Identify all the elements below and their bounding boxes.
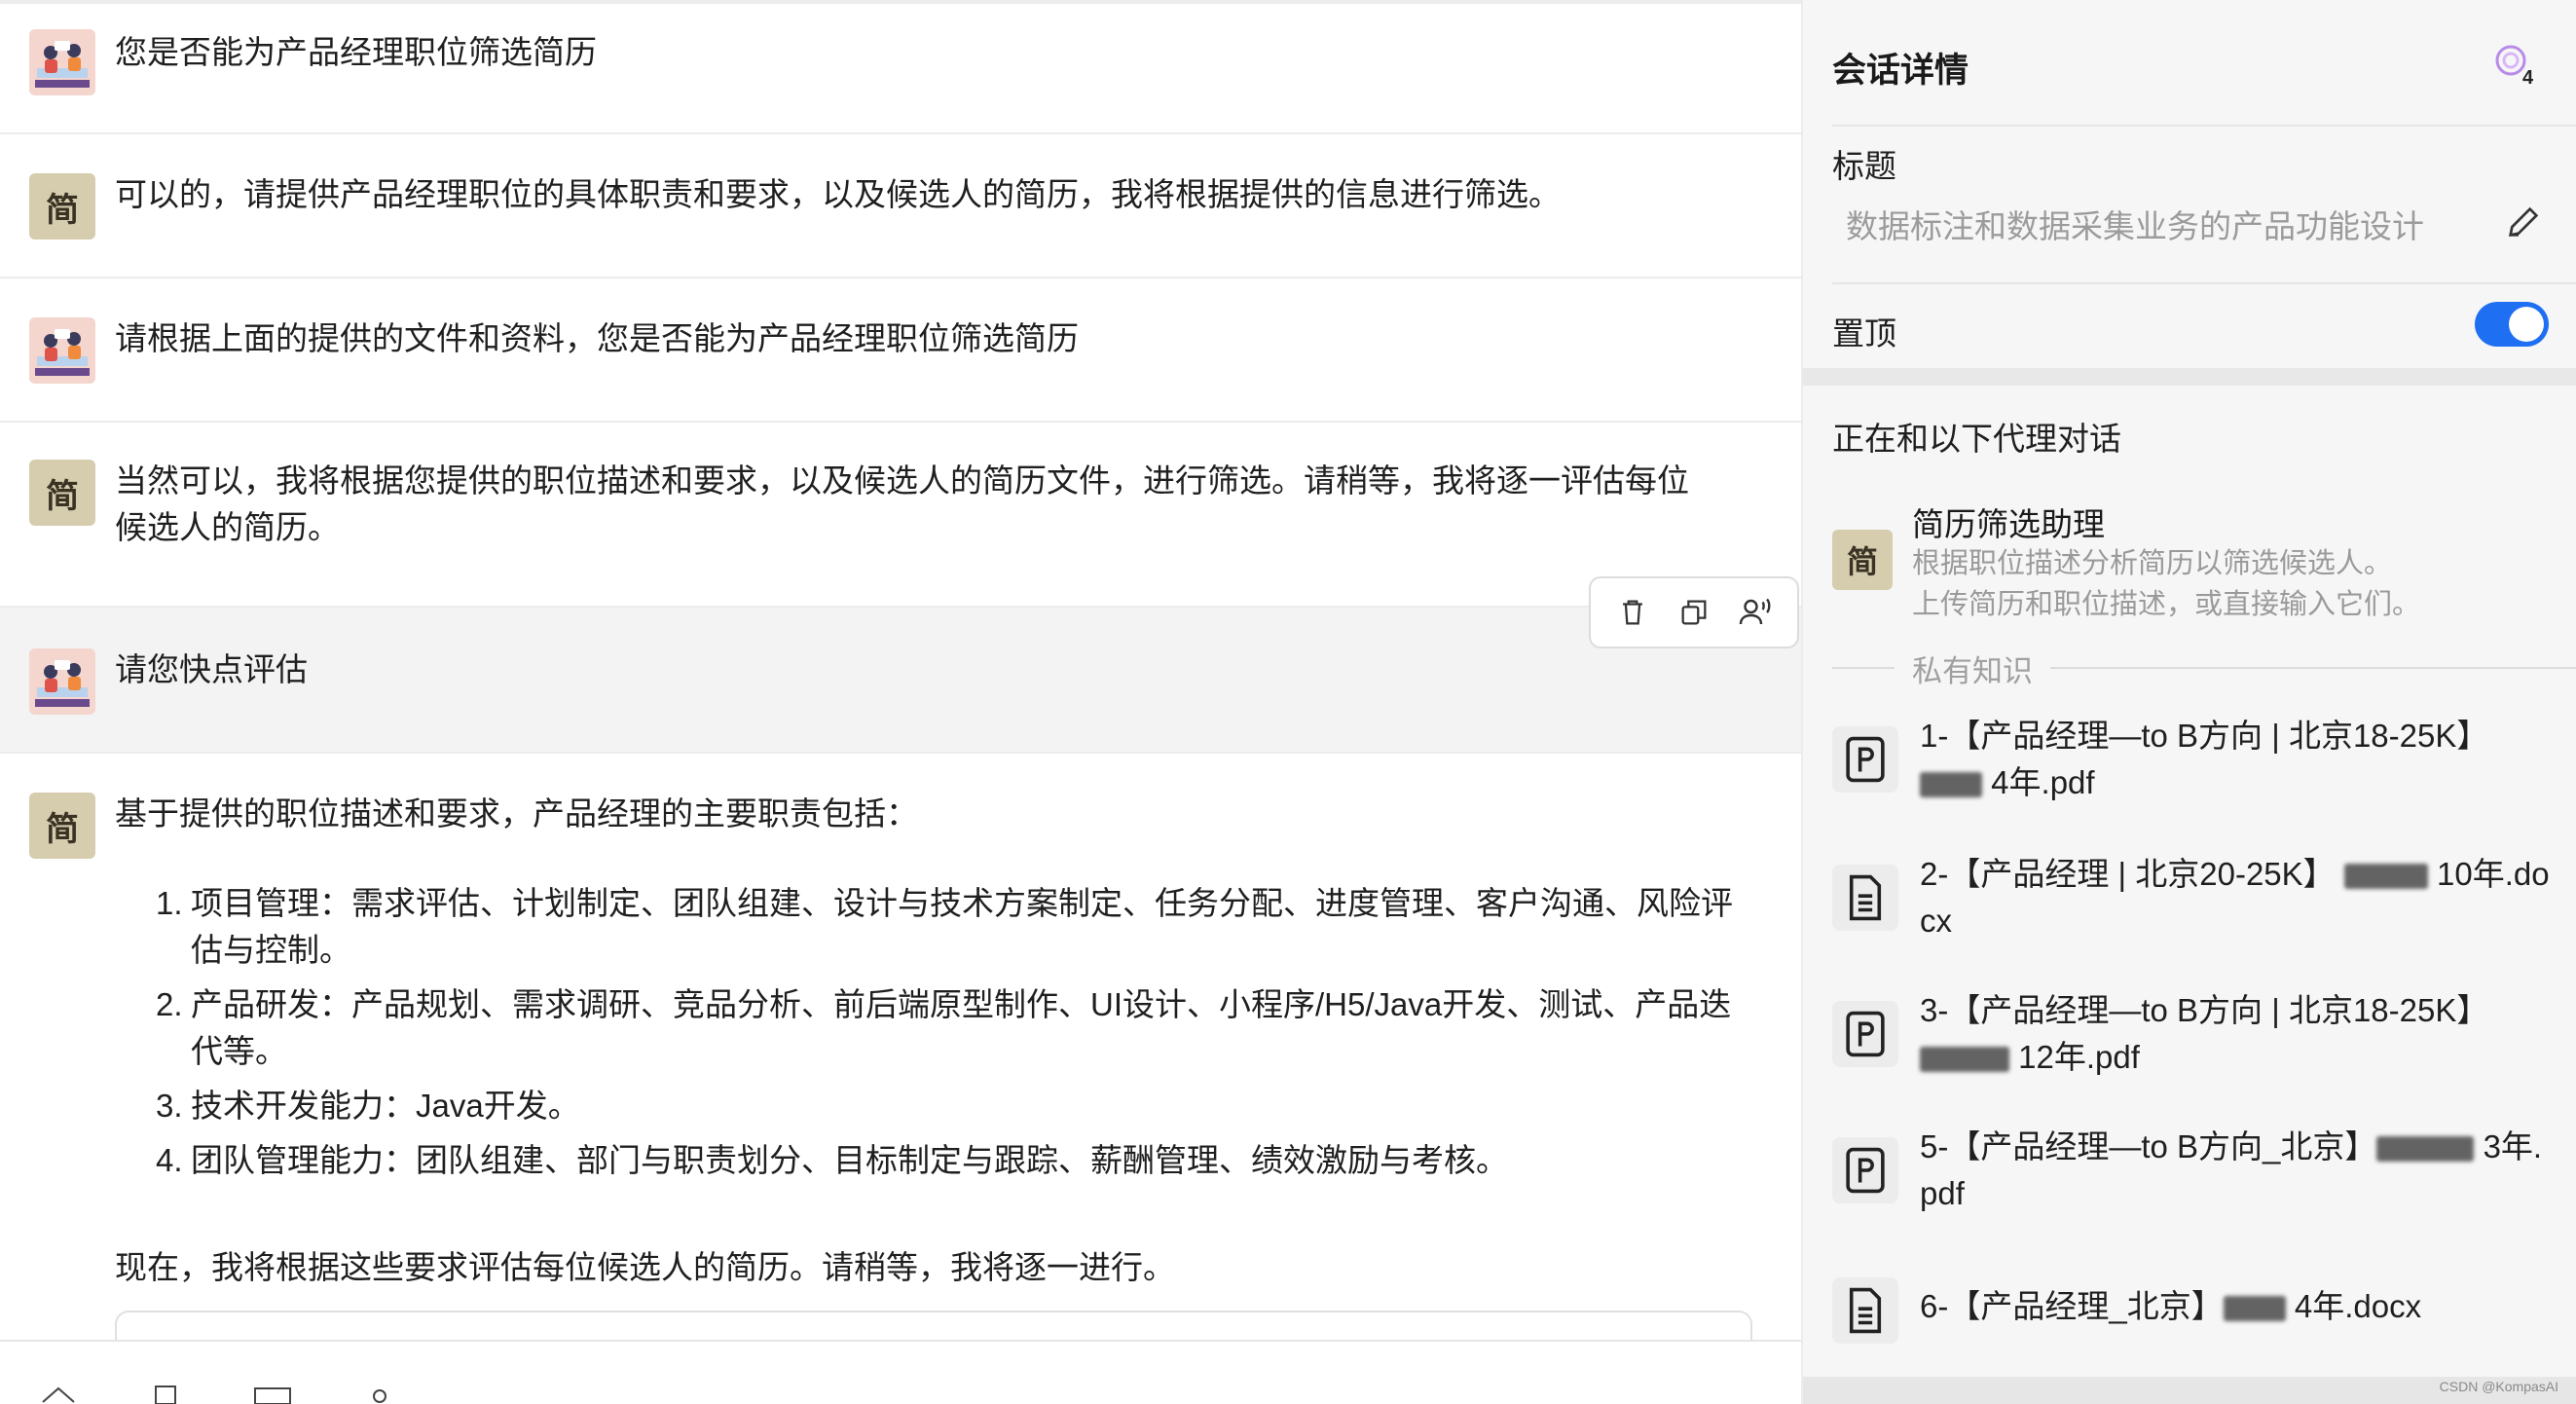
knowledge-label: 私有知识: [1912, 653, 2033, 688]
message-bot: 简 可以的，请提供产品经理职位的具体职责和要求，以及候选人的简历，我将根据提供的…: [0, 134, 1801, 278]
pdf-icon: [1832, 1001, 1898, 1067]
message-text: 现在，我将根据这些要求评估每位候选人的简历。请稍等，我将逐一进行。: [115, 1249, 1175, 1285]
message-user: 您是否能为产品经理职位筛选简历: [0, 4, 1801, 134]
knowledge-file[interactable]: 3-【产品经理—to B方向 | 北京18-25K】 12年.pdf: [1832, 985, 2553, 1102]
message-user: 请您快点评估: [0, 608, 1801, 754]
message-line: 候选人的简历。: [115, 509, 340, 545]
message-text: 请根据上面的提供的文件和资料，您是否能为产品经理职位筛选简历: [115, 320, 1079, 356]
file-name: 2-【产品经理 | 北京20-25K】 10年.docx: [1920, 856, 2550, 939]
file-name: 6-【产品经理_北京】 4年.docx: [1920, 1288, 2422, 1324]
pin-toggle[interactable]: [2475, 302, 2549, 347]
bot-avatar: 简: [29, 173, 95, 240]
knowledge-file[interactable]: 5-【产品经理—to B方向_北京】 3年.pdf: [1832, 1122, 2553, 1238]
image-icon[interactable]: [253, 1383, 292, 1404]
user-avatar: [29, 648, 95, 715]
file-icon[interactable]: [146, 1383, 185, 1404]
message-text: 基于提供的职位描述和要求，产品经理的主要职责包括：: [115, 795, 918, 831]
input-icons: [39, 1383, 399, 1404]
divider: [1832, 125, 2576, 127]
list-item: 1. 项目管理：需求评估、计划制定、团队组建、设计与技术方案制定、任务分配、进度管…: [156, 885, 1733, 968]
tool-icon[interactable]: [39, 1383, 78, 1404]
knowledge-file[interactable]: 1-【产品经理—to B方向 | 北京18-25K】 4年.pdf: [1832, 711, 2553, 828]
message-text: 您是否能为产品经理职位筛选简历: [115, 34, 597, 70]
doc-icon: [1832, 865, 1898, 931]
knowledge-file[interactable]: 6-【产品经理_北京】 4年.docx: [1832, 1262, 2553, 1379]
pdf-icon: [1832, 726, 1898, 793]
model-badge-icon[interactable]: 4: [2489, 39, 2538, 89]
agent-avatar: 简: [1832, 530, 1893, 590]
agent-section-title: 正在和以下代理对话: [1832, 421, 2121, 457]
bot-avatar: 简: [29, 460, 95, 526]
section-gap: [1803, 368, 2576, 386]
title-field[interactable]: 数据标注和数据采集业务的产品功能设计: [1846, 201, 2424, 247]
user-avatar: [29, 317, 95, 384]
svg-text:4: 4: [2522, 67, 2534, 88]
knowledge-file[interactable]: 2-【产品经理 | 北京20-25K】 10年.docx: [1832, 849, 2553, 966]
message-bot: 简 当然可以，我将根据您提供的职位描述和要求，以及候选人的简历文件，进行筛选。请…: [0, 423, 1801, 608]
copy-icon[interactable]: [1671, 589, 1717, 636]
message-toolbar: [1589, 576, 1799, 648]
agent-name: 简历筛选助理: [1912, 506, 2105, 542]
redacted-text: [1920, 1047, 2009, 1073]
message-user: 请根据上面的提供的文件和资料，您是否能为产品经理职位筛选简历: [0, 278, 1801, 423]
user-avatar: [29, 29, 95, 95]
redacted-text: [2376, 1136, 2475, 1163]
divider: [1832, 282, 2576, 284]
title-label: 标题: [1832, 148, 1896, 184]
list-item: 2. 产品研发：产品规划、需求调研、竞品分析、前后端原型制作、UI设计、小程序/H…: [156, 986, 1732, 1069]
knowledge-section: 私有知识: [1832, 647, 2576, 689]
pdf-icon: [1832, 1137, 1898, 1203]
message-line: 当然可以，我将根据您提供的职位描述和要求，以及候选人的简历文件，进行筛选。请稍等…: [115, 462, 1689, 499]
input-box[interactable]: [115, 1311, 1752, 1340]
message-bot: 简 基于提供的职位描述和要求，产品经理的主要职责包括： 1. 项目管理：需求评估、…: [0, 754, 1801, 1342]
panel-title: 会话详情: [1832, 52, 1969, 90]
file-name: 1-【产品经理—to B方向 | 北京18-25K】 4年.pdf: [1920, 718, 2489, 800]
message-text: 请您快点评估: [115, 651, 308, 687]
redacted-text: [1920, 772, 1982, 798]
doc-icon: [1832, 1277, 1898, 1344]
file-name: 3-【产品经理—to B方向 | 北京18-25K】 12年.pdf: [1920, 992, 2489, 1075]
list-item: 3. 技术开发能力：Java开发。: [156, 1088, 580, 1124]
redacted-text: [2343, 864, 2428, 890]
redacted-text: [2223, 1296, 2286, 1322]
list-item: 4. 团队管理能力：团队组建、部门与职责划分、目标制定与跟踪、薪酬管理、绩效激励与…: [156, 1142, 1508, 1178]
requirements-list: 1. 项目管理：需求评估、计划制定、团队组建、设计与技术方案制定、任务分配、进度管…: [156, 880, 1762, 1192]
file-name: 5-【产品经理—to B方向_北京】 3年.pdf: [1920, 1128, 2543, 1211]
message-text: 当然可以，我将根据您提供的职位描述和要求，以及候选人的简历文件，进行筛选。请稍等…: [115, 458, 1689, 551]
session-details-panel: 会话详情 4 标题 数据标注和数据采集业务的产品功能设计 置顶 正在和以下代理对…: [1801, 0, 2576, 1404]
agent-description: 根据职位描述分析简历以筛选候选人。 上传简历和职位描述，或直接输入它们。: [1912, 548, 2421, 620]
trash-icon[interactable]: [1609, 589, 1656, 636]
chat-panel: 您是否能为产品经理职位筛选简历 简 可以的，请提供产品经理职位的具体职责和要求，…: [0, 0, 1801, 1404]
bot-avatar: 简: [29, 793, 95, 859]
pin-label: 置顶: [1832, 315, 1896, 351]
voice-icon[interactable]: [1732, 589, 1779, 636]
attach-icon[interactable]: [360, 1383, 399, 1404]
edit-icon[interactable]: [2504, 203, 2543, 241]
watermark: CSDN @KompasAI: [2439, 1379, 2558, 1394]
message-text: 可以的，请提供产品经理职位的具体职责和要求，以及候选人的简历，我将根据提供的信息…: [115, 176, 1561, 212]
